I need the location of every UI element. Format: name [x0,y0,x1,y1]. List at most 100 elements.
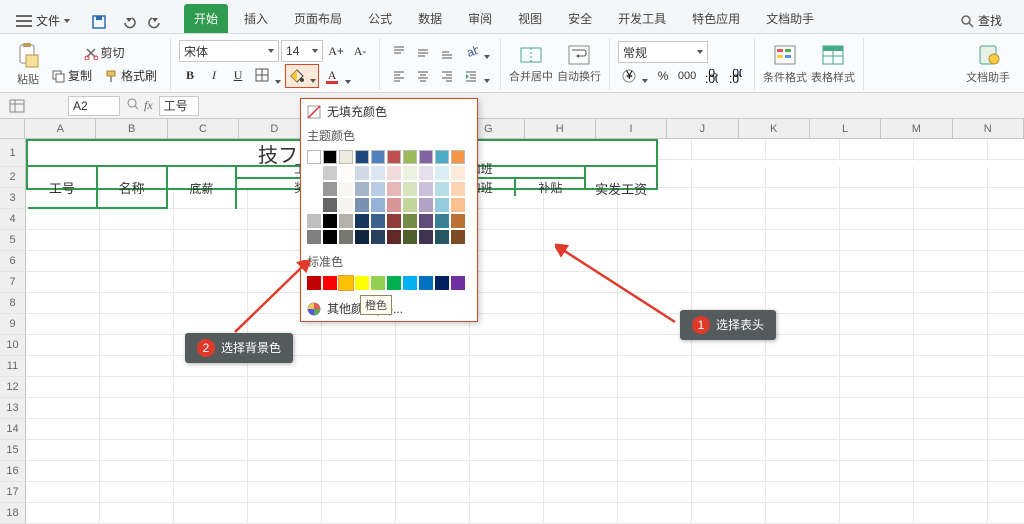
color-swatch[interactable] [307,214,321,228]
color-swatch[interactable] [419,150,433,164]
row-header[interactable]: 15 [0,440,26,461]
percent-button[interactable]: % [652,65,674,87]
row-header[interactable]: 14 [0,419,26,440]
color-swatch[interactable] [307,166,321,180]
col-header[interactable]: L [810,119,881,138]
color-swatch[interactable] [355,230,369,244]
underline-button[interactable]: U [227,64,249,86]
number-format-combo[interactable]: 常规 [618,41,708,63]
merge-center-button[interactable]: 合并居中 [509,44,553,84]
col-header[interactable]: J [667,119,738,138]
row-header[interactable]: 1 [0,139,26,167]
color-swatch[interactable] [387,276,401,290]
color-swatch[interactable] [451,150,465,164]
color-swatch[interactable] [323,198,337,212]
color-swatch[interactable] [307,182,321,196]
redo-icon[interactable] [142,11,164,33]
color-swatch[interactable] [323,214,337,228]
font-color-button[interactable]: A [321,64,353,88]
tab-view[interactable]: 视图 [508,4,552,33]
color-swatch[interactable] [403,276,417,290]
color-swatch[interactable] [435,276,449,290]
color-swatch[interactable] [451,214,465,228]
save-icon[interactable] [88,11,110,33]
color-swatch[interactable] [339,276,353,290]
color-swatch[interactable] [355,166,369,180]
color-swatch[interactable] [419,230,433,244]
color-swatch[interactable] [419,166,433,180]
color-swatch[interactable] [403,182,417,196]
row-header[interactable]: 17 [0,482,26,503]
color-swatch[interactable] [323,166,337,180]
color-swatch[interactable] [403,230,417,244]
wrap-text-button[interactable]: 自动换行 [557,44,601,84]
align-left-button[interactable] [388,65,410,87]
color-swatch[interactable] [371,150,385,164]
undo-icon[interactable] [120,11,142,33]
increase-font-button[interactable]: A+ [325,40,347,62]
color-swatch[interactable] [419,276,433,290]
color-swatch[interactable] [403,214,417,228]
color-swatch[interactable] [355,198,369,212]
tab-formula[interactable]: 公式 [358,4,402,33]
col-header[interactable]: N [953,119,1024,138]
row-header[interactable]: 10 [0,335,26,356]
color-swatch[interactable] [387,214,401,228]
copy-button[interactable]: 复制 [46,65,97,87]
color-swatch[interactable] [387,166,401,180]
color-swatch[interactable] [307,150,321,164]
color-swatch[interactable] [355,214,369,228]
color-swatch[interactable] [435,214,449,228]
doc-helper-button[interactable]: 文档助手 [966,43,1010,85]
fill-color-button[interactable] [285,64,319,88]
file-menu[interactable]: 文件 [8,8,78,33]
color-swatch[interactable] [435,166,449,180]
color-swatch[interactable] [339,150,353,164]
comma-button[interactable]: 000 [676,65,698,87]
tab-features[interactable]: 特色应用 [682,4,750,33]
color-swatch[interactable] [307,198,321,212]
col-header[interactable]: A [25,119,96,138]
font-name-combo[interactable]: 宋体 [179,40,279,62]
cell-grid[interactable]: 技フ 工号 名称 底薪 工资 奖金 加班 早迟 [26,139,1024,524]
select-all-corner[interactable] [0,119,25,138]
row-header[interactable]: 9 [0,314,26,335]
decrease-font-button[interactable]: A- [349,40,371,62]
currency-button[interactable]: ¥ [618,65,650,87]
align-center-button[interactable] [412,65,434,87]
row-header[interactable]: 11 [0,356,26,377]
color-swatch[interactable] [355,150,369,164]
color-swatch[interactable] [371,214,385,228]
color-swatch[interactable] [435,230,449,244]
row-header[interactable]: 4 [0,209,26,230]
color-swatch[interactable] [451,230,465,244]
indent-button[interactable] [460,65,492,87]
italic-button[interactable]: I [203,64,225,86]
color-swatch[interactable] [355,276,369,290]
bold-button[interactable]: B [179,64,201,86]
borders-button[interactable] [251,64,283,88]
tab-data[interactable]: 数据 [408,4,452,33]
color-swatch[interactable] [323,230,337,244]
row-header[interactable]: 12 [0,377,26,398]
font-size-combo[interactable]: 14 [281,40,323,62]
color-swatch[interactable] [435,198,449,212]
orientation-button[interactable]: ab [460,41,492,63]
color-swatch[interactable] [339,182,353,196]
col-header[interactable]: H [525,119,596,138]
color-swatch[interactable] [387,182,401,196]
color-swatch[interactable] [451,276,465,290]
color-swatch[interactable] [339,214,353,228]
align-top-button[interactable] [388,41,410,63]
row-header[interactable]: 6 [0,251,26,272]
align-middle-button[interactable] [412,41,434,63]
color-swatch[interactable] [451,182,465,196]
format-painter-button[interactable]: 格式刷 [99,65,162,87]
color-swatch[interactable] [435,182,449,196]
row-header[interactable]: 5 [0,230,26,251]
color-swatch[interactable] [387,230,401,244]
decrease-decimal-button[interactable]: .00.0 [724,65,746,87]
color-swatch[interactable] [387,150,401,164]
color-swatch[interactable] [451,198,465,212]
tab-devtools[interactable]: 开发工具 [608,4,676,33]
